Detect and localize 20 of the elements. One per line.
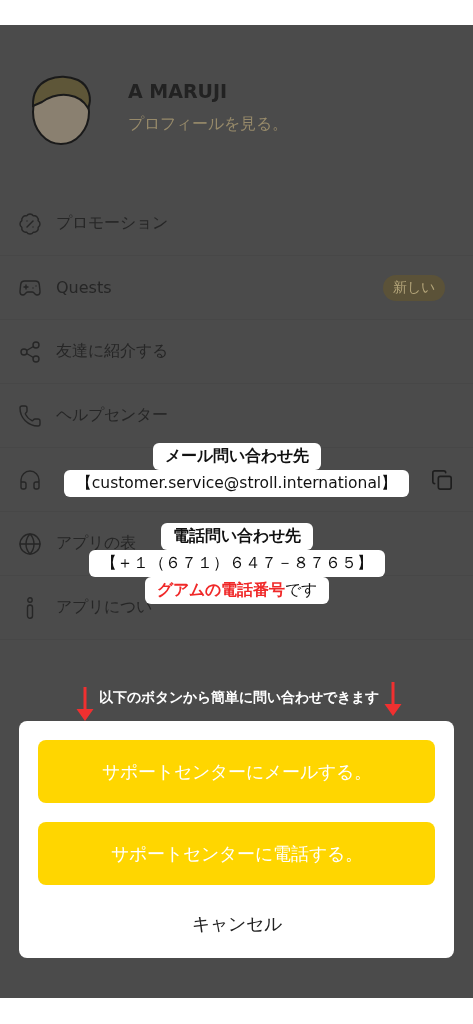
down-arrow-icon	[74, 687, 95, 721]
callout-note: グアムの電話番号です	[144, 577, 329, 604]
callout-title: メール問い合わせ先	[152, 443, 321, 470]
headset-icon	[18, 467, 42, 492]
hint-text: 以下のボタンから簡単に問い合わせできます	[98, 689, 379, 707]
callout-title: 電話問い合わせ先	[160, 523, 313, 550]
share-icon	[18, 339, 42, 364]
down-arrow-icon	[382, 682, 403, 716]
percent-badge-icon	[18, 211, 42, 236]
support-button[interactable]: サポートセンターに電話する。	[38, 822, 435, 885]
phone-icon	[18, 403, 42, 428]
globe-icon	[18, 531, 42, 556]
callout-value: 【customer.service@stroll.international】	[63, 470, 410, 497]
view-profile-link[interactable]: プロフィールを見る。	[128, 113, 288, 135]
cancel-button[interactable]: キャンセル	[38, 904, 435, 944]
callout-value: 【＋１（６７１）６４７－８７６５】	[88, 550, 385, 577]
info-icon	[26, 596, 34, 619]
support-button[interactable]: サポートセンターにメールする。	[38, 740, 435, 803]
new-badge: 新しい	[383, 274, 445, 301]
copy-icon[interactable]	[431, 468, 453, 491]
